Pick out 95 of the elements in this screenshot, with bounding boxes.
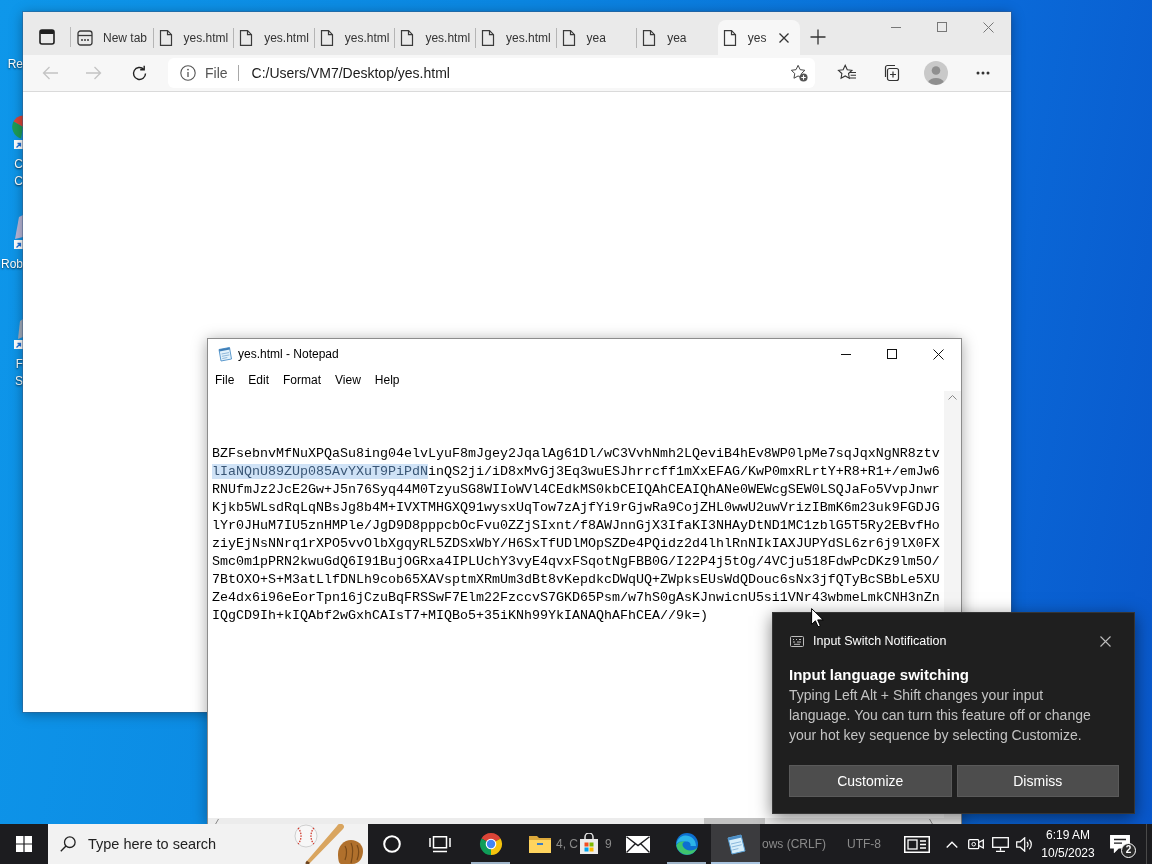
desktop-icon-label: Rob — [1, 256, 23, 273]
text-line: Kjkb5WLsdRqLqNBsJg8b4M+IVXTMHGXQ91wysxUqTow7zAjfYi9rGjwRa9CojZHL0wwU2uwVrizIBmK6m23uk9FGDJG — [212, 499, 940, 517]
text-line: BZFsebnvMfNuXPQaSu8ing04elvLyuF8mJgey2JqalAg61Dl/wC3VvhNmh2LQeviB4hEv8WP0lpMe7sqJqxNgNR8ztv — [212, 445, 940, 463]
profile-avatar-icon[interactable] — [924, 61, 948, 85]
status-bar-text: ows (CRLF) — [762, 837, 826, 851]
desktop-icon-label: C C — [14, 156, 23, 190]
windows-logo-icon[interactable] — [16, 836, 32, 852]
window-title: yes.html - Notepad — [238, 347, 339, 361]
collections-icon[interactable] — [882, 64, 900, 82]
caret-up-icon[interactable] — [946, 840, 958, 848]
task-view-icon[interactable] — [429, 835, 451, 853]
browser-tab[interactable]: yes.html — [475, 20, 557, 55]
document-icon — [157, 29, 174, 46]
clock-date[interactable]: 10/5/2023 — [1041, 844, 1095, 862]
chevron-left-icon[interactable] — [215, 819, 219, 824]
document-icon — [238, 29, 255, 46]
chevron-right-icon[interactable] — [929, 819, 933, 824]
app-shortcut-icon[interactable] — [12, 115, 23, 150]
menu-item[interactable]: View — [328, 369, 368, 391]
notification-app-name: Input Switch Notification — [813, 634, 947, 648]
new-tab-page-icon — [77, 29, 93, 46]
text-line: lYr0JHuM7IU5znHMPle/JgD9D8pppcbOcFvu0ZZjSIxnt/f8AWJnnGjX3IfaKI3NHAyDtND1MC1zblG5T5Ry2EBvfHo — [212, 517, 940, 535]
plus-icon — [809, 29, 826, 45]
notepad-icon — [217, 346, 233, 362]
edge-icon — [674, 832, 699, 856]
app-shortcut-icon[interactable] — [12, 215, 23, 250]
scrollbar-thumb[interactable] — [704, 818, 765, 824]
keyboard-icon — [790, 635, 804, 647]
menu-item[interactable]: Help — [367, 369, 407, 391]
favorites-icon[interactable] — [837, 64, 857, 82]
document-icon — [641, 29, 658, 46]
baseball-bat-icon — [305, 824, 345, 864]
close-icon[interactable] — [1100, 635, 1111, 647]
speaker-icon[interactable] — [1015, 836, 1033, 852]
chrome-icon — [478, 832, 503, 856]
text-line: lIaNQnU89ZUp085AvYXuT9PiPdNinQS2ji/iD8xMvGj3Eq3wuESJhrrcff1mXxEFAG/KwP0mxRLrtY+R8+R1+/emJw6 — [212, 463, 940, 481]
clock-time[interactable]: 6:19 AM — [1046, 826, 1090, 844]
browser-tab[interactable]: yes.html — [395, 20, 476, 55]
text-line: Smc0m1pPRN2kwuGdQ6I91BujOGRxa4IPLUchY3vyE4qvxFSqotNgFBB0G/I22P4j5tOg/4VCju518FdwPcDKz9lm5O/ — [212, 553, 940, 571]
tab-actions-icon — [39, 29, 55, 45]
search-icon — [60, 836, 76, 852]
notepad-icon — [724, 833, 747, 855]
close-icon[interactable] — [932, 348, 944, 360]
add-favorite-icon[interactable] — [790, 64, 808, 82]
document-icon — [479, 29, 496, 46]
status-bar-text: UTF-8 — [847, 837, 881, 851]
status-bar-text: 9 — [605, 837, 612, 851]
cortana-ring-icon[interactable] — [383, 835, 401, 853]
refresh-icon[interactable] — [130, 64, 148, 82]
text-line: RNUfmJz2JcE2Gw+J5n76Syq44M0TzyuSG8WIIoWVl4CEdkMS0kbCEIQAhCEAIQhANe0WEWcgSEW0LSQJaFo5VvpJnwr — [212, 481, 940, 499]
notification-center-icon[interactable] — [1110, 835, 1130, 853]
notification-title: Input language switching — [788, 665, 970, 685]
folder-icon — [527, 834, 552, 854]
text-line: Ze4dx6i96eEorTpn16jCzuBqFRSSwF7Elm22FzccvS7GKD65Psm/w7hS0gAsKJnwicnU5si1VNr43wbmeLmkCNH3nZn — [212, 589, 940, 607]
desktop-icon-label: F S — [15, 356, 23, 390]
more-options-icon[interactable] — [976, 71, 990, 75]
horizontal-scrollbar[interactable] — [208, 818, 961, 824]
menu-item[interactable]: Edit — [241, 369, 277, 391]
browser-tab[interactable]: yea — [556, 20, 638, 55]
status-bar-text: 4, C — [556, 837, 578, 851]
shopping-bag-icon — [577, 833, 600, 855]
document-icon — [318, 29, 335, 46]
glove-icon — [338, 840, 363, 864]
document-icon — [399, 29, 416, 46]
address-bar[interactable]: File C:/Users/VM7/Desktop/yes.html — [168, 58, 815, 88]
mouse-pointer-icon — [811, 608, 824, 628]
browser-tab[interactable]: yea — [637, 20, 718, 55]
taskbar-app-button[interactable] — [711, 824, 760, 864]
chevron-up-icon[interactable] — [948, 395, 957, 400]
maximize-icon[interactable] — [887, 349, 897, 359]
text-line: ziyEjNsNNrq1rXPO5vvOlbXgqyRL5ZDSxWbY/H6SxTfUDlMOpSZDe4PQidz2d4lhlRnNIkIAXJUPYdSL6zr6j9lX0FX — [212, 535, 940, 553]
browser-tab[interactable]: New tab — [73, 20, 154, 55]
search-field[interactable]: Type here to search — [48, 824, 368, 864]
browser-tab[interactable]: yes.html — [234, 20, 315, 55]
browser-tab[interactable]: yes.html — [153, 20, 235, 55]
text-line: 7BtOXO+S+M3atLlfDNLh9cob65XAVsptmXRmUm3dBt8vKepdkcDWqUQ+ZWpksEUsWdQDouc6sNx3jfQTyBcSBbLe5XU — [212, 571, 940, 589]
menu-item[interactable]: File — [208, 369, 242, 391]
notification-button[interactable]: Dismiss — [956, 765, 1119, 797]
mail-icon — [625, 835, 650, 853]
text-line: IQgCD9Ih+kIQAbf2wGxhCAIsT7+MIQBo5+35iKNh99YkIANAQhAFhCEA//9k=) — [212, 607, 708, 625]
menu-item[interactable]: Format — [276, 369, 329, 391]
browser-tab[interactable]: yes — [717, 20, 800, 55]
document-icon — [721, 29, 738, 46]
notification-message: Typing Left Alt + Shift changes your input language. You can turn this feature off or change your hot key sequence by selecting Customize. — [789, 686, 1092, 745]
browser-tab[interactable]: yes.html — [314, 20, 396, 55]
info-icon[interactable] — [180, 65, 196, 81]
camera-icon[interactable] — [968, 837, 984, 851]
document-icon — [560, 29, 577, 46]
newspaper-icon[interactable] — [904, 835, 930, 853]
notification-count-badge: 2 — [1121, 843, 1136, 858]
network-icon[interactable] — [991, 836, 1009, 852]
minimize-icon[interactable] — [841, 353, 851, 355]
desktop-icon-label: Re — [7, 56, 23, 73]
notification-button[interactable]: Customize — [789, 765, 952, 797]
baseball-icon — [294, 824, 318, 848]
